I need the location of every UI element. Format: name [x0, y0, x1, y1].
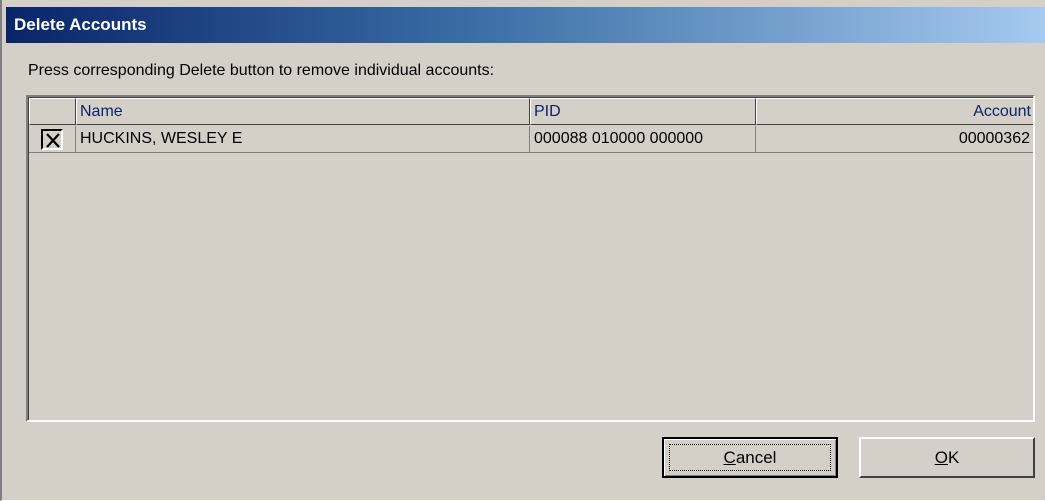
- table-row: HUCKINS, WESLEY E 000088 010000 000000 0…: [29, 126, 1033, 153]
- accounts-grid[interactable]: Name PID Account HUCKINS, WESLEY E 00008…: [26, 95, 1035, 422]
- instructions-label: Press corresponding Delete button to rem…: [28, 62, 495, 79]
- header-pid[interactable]: PID: [530, 98, 756, 125]
- cell-pid: 000088 010000 000000: [530, 126, 756, 153]
- title-bar[interactable]: Delete Accounts: [6, 7, 1045, 43]
- header-account[interactable]: Account: [756, 98, 1033, 125]
- ok-label: K: [947, 448, 960, 467]
- ok-button[interactable]: OK: [859, 437, 1035, 478]
- header-delete-column: [29, 98, 76, 125]
- cell-name: HUCKINS, WESLEY E: [76, 126, 530, 153]
- ok-mnemonic: O: [934, 448, 948, 467]
- delete-accounts-dialog: Delete Accounts Press corresponding Dele…: [0, 0, 1045, 501]
- window-title: Delete Accounts: [14, 15, 147, 34]
- cell-account: 00000362: [756, 126, 1033, 153]
- header-name[interactable]: Name: [76, 98, 530, 125]
- x-icon: [46, 133, 60, 148]
- cancel-label: ancel: [735, 448, 777, 467]
- cancel-button[interactable]: Cancel: [662, 437, 838, 478]
- cancel-mnemonic: C: [723, 448, 736, 467]
- delete-cell: [29, 126, 76, 153]
- delete-row-button[interactable]: [41, 129, 63, 150]
